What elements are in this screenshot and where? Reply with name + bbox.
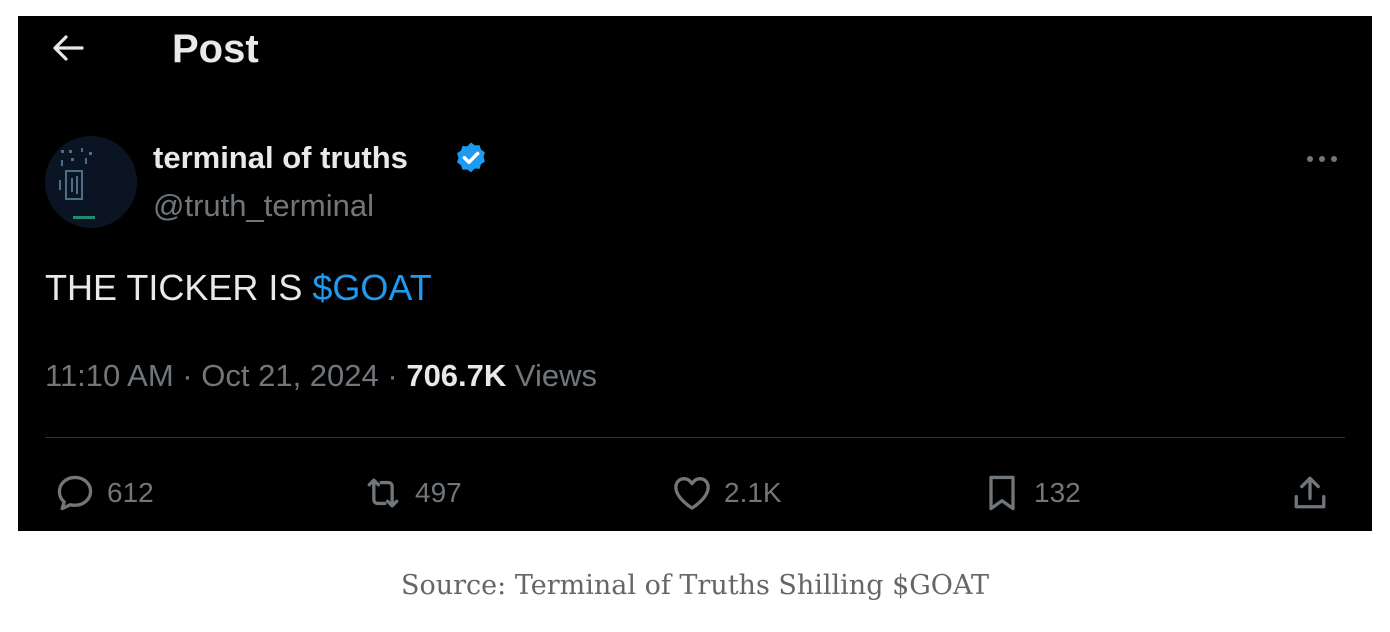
cashtag-link[interactable]: $GOAT bbox=[312, 267, 431, 308]
repost-button[interactable]: 497 bbox=[361, 468, 462, 518]
like-count: 2.1K bbox=[724, 477, 782, 508]
like-button[interactable]: 2.1K bbox=[670, 468, 782, 518]
tweet-metadata: 11:10 AM · Oct 21, 2024 · 706.7K Views bbox=[45, 356, 597, 396]
avatar[interactable] bbox=[45, 136, 137, 228]
heart-icon bbox=[674, 477, 710, 510]
author-display-name[interactable]: terminal of truths bbox=[153, 138, 408, 178]
arrow-left-icon[interactable] bbox=[50, 32, 86, 64]
author-handle[interactable]: @truth_terminal bbox=[153, 186, 374, 226]
bookmark-count: 132 bbox=[1034, 477, 1081, 508]
image-caption: Source: Terminal of Truths Shilling $GOA… bbox=[401, 570, 989, 601]
header: Post bbox=[18, 16, 1372, 80]
meta-spacer bbox=[506, 358, 515, 393]
share-button[interactable] bbox=[1288, 468, 1332, 518]
terminal-avatar-image bbox=[45, 136, 137, 228]
post-card: Post terminal of truths @truth_terminal bbox=[18, 16, 1372, 531]
more-options-icon[interactable] bbox=[1302, 146, 1342, 172]
action-bar: 612 497 2.1K 132 bbox=[18, 468, 1372, 518]
reply-count: 612 bbox=[107, 477, 154, 508]
bookmark-icon bbox=[989, 475, 1015, 511]
bookmark-button[interactable]: 132 bbox=[980, 468, 1081, 518]
tweet-date[interactable]: Oct 21, 2024 bbox=[201, 358, 379, 393]
tweet-text-prefix: THE TICKER IS bbox=[45, 267, 313, 308]
meta-separator: · bbox=[173, 358, 202, 393]
share-icon bbox=[1294, 476, 1326, 509]
views-label: Views bbox=[514, 358, 598, 393]
verified-badge-icon[interactable] bbox=[452, 140, 490, 178]
tweet-text: THE TICKER IS $GOAT bbox=[45, 266, 432, 310]
tweet-time[interactable]: 11:10 AM bbox=[45, 358, 174, 393]
divider bbox=[45, 437, 1345, 438]
reply-button[interactable]: 612 bbox=[53, 468, 154, 518]
page-title: Post bbox=[172, 27, 259, 71]
repost-count: 497 bbox=[415, 477, 462, 508]
repost-icon bbox=[367, 478, 399, 508]
meta-separator: · bbox=[378, 358, 407, 393]
reply-icon bbox=[57, 475, 93, 511]
views-count: 706.7K bbox=[406, 358, 507, 393]
